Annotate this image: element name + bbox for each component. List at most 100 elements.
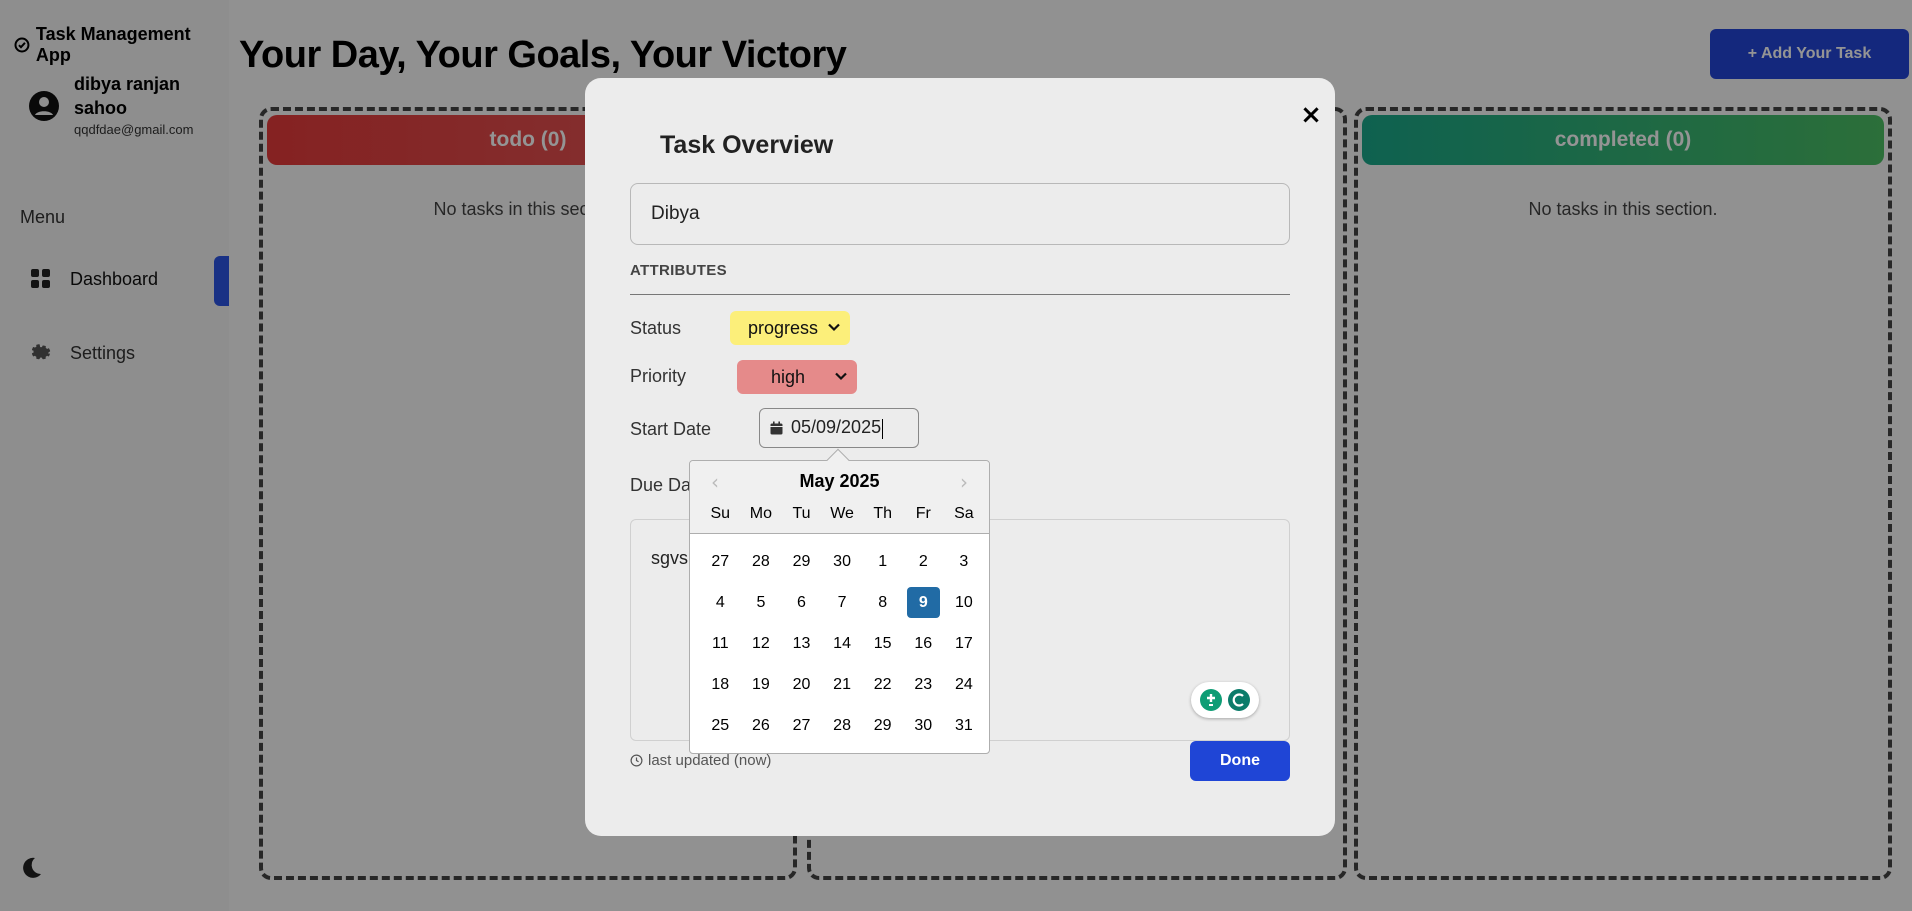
day-number: 29 bbox=[792, 552, 811, 570]
day-cell[interactable]: 24 bbox=[944, 664, 985, 705]
day-cell[interactable]: 20 bbox=[781, 664, 822, 705]
day-number: 11 bbox=[711, 634, 729, 652]
day-cell[interactable]: 13 bbox=[781, 623, 822, 664]
day-number: 27 bbox=[792, 716, 811, 734]
start-date-label: Start Date bbox=[630, 419, 712, 439]
day-number: 9 bbox=[906, 587, 940, 618]
day-cell[interactable]: 11 bbox=[700, 623, 741, 664]
day-cell[interactable]: 4 bbox=[700, 582, 741, 623]
history-icon bbox=[630, 754, 643, 767]
day-number: 3 bbox=[959, 552, 969, 570]
day-cell[interactable]: 29 bbox=[781, 541, 822, 582]
day-cell[interactable]: 19 bbox=[741, 664, 782, 705]
day-cell[interactable]: 26 bbox=[741, 705, 782, 746]
day-cell[interactable]: 12 bbox=[741, 623, 782, 664]
writing-assistant-widget[interactable] bbox=[1191, 682, 1259, 718]
day-number: 30 bbox=[914, 716, 933, 734]
day-number: 8 bbox=[878, 593, 888, 611]
status-label: Status bbox=[630, 318, 682, 338]
day-cell[interactable]: 29 bbox=[862, 705, 903, 746]
day-cell[interactable]: 2 bbox=[903, 541, 944, 582]
day-cell[interactable]: 14 bbox=[822, 623, 863, 664]
day-cell[interactable]: 15 bbox=[862, 623, 903, 664]
day-number: 27 bbox=[711, 552, 730, 570]
day-cell[interactable]: 22 bbox=[862, 664, 903, 705]
day-cell[interactable]: 7 bbox=[822, 582, 863, 623]
close-button[interactable]: × bbox=[1297, 101, 1325, 129]
text-cursor bbox=[882, 418, 884, 439]
day-cell[interactable]: 5 bbox=[741, 582, 782, 623]
modal-title: Task Overview bbox=[660, 131, 834, 159]
day-number: 24 bbox=[954, 675, 973, 693]
weekday-label: Su bbox=[710, 505, 731, 522]
status-value: progress bbox=[748, 317, 819, 338]
priority-label: Priority bbox=[630, 366, 687, 386]
weekday-label: Fr bbox=[915, 505, 931, 522]
day-cell[interactable]: 28 bbox=[741, 541, 782, 582]
day-cell[interactable]: 30 bbox=[903, 705, 944, 746]
day-number: 25 bbox=[711, 716, 730, 734]
day-number: 6 bbox=[797, 593, 806, 611]
day-number: 21 bbox=[833, 675, 851, 693]
day-cell[interactable]: 1 bbox=[862, 541, 903, 582]
bulb-icon bbox=[1200, 689, 1222, 711]
status-select[interactable]: progress bbox=[730, 311, 850, 345]
day-cell[interactable]: 31 bbox=[944, 705, 985, 746]
chevron-down-icon bbox=[835, 372, 847, 381]
start-date-value: 05/09/2025 bbox=[791, 417, 882, 438]
day-cell[interactable]: 27 bbox=[700, 541, 741, 582]
day-grid: 27 28 29 30 1 2 3 4 5 6 7 8 9 10 11 12 13 14 15 16 17 18 19 20 2… bbox=[700, 541, 984, 746]
divider bbox=[630, 294, 1290, 295]
description-text: sgvs bbox=[651, 548, 689, 568]
day-cell[interactable]: 28 bbox=[822, 705, 863, 746]
weekday-row: Su Mo Tu We Th Fr Sa bbox=[700, 505, 984, 523]
day-cell[interactable]: 3 bbox=[944, 541, 985, 582]
day-cell[interactable]: 21 bbox=[822, 664, 863, 705]
day-number: 4 bbox=[715, 593, 725, 611]
last-updated-text: last updated (now) bbox=[648, 752, 772, 769]
weekday-label: Sa bbox=[954, 505, 974, 522]
day-cell[interactable]: 6 bbox=[781, 582, 822, 623]
priority-select[interactable]: high bbox=[737, 360, 857, 394]
day-number: 31 bbox=[954, 716, 973, 734]
day-cell-selected[interactable]: 9 bbox=[903, 582, 944, 623]
date-picker-header: ‹ May 2025 › Su Mo Tu We Th Fr Sa bbox=[690, 461, 989, 534]
grammarly-icon bbox=[1228, 689, 1250, 711]
date-picker: ‹ May 2025 › Su Mo Tu We Th Fr Sa 27 28 29… bbox=[689, 448, 990, 754]
day-number: 13 bbox=[792, 634, 811, 652]
day-cell[interactable]: 10 bbox=[944, 582, 985, 623]
day-number: 14 bbox=[833, 634, 851, 652]
day-number: 20 bbox=[792, 675, 811, 693]
day-cell[interactable]: 16 bbox=[903, 623, 944, 664]
calendar-icon bbox=[770, 421, 783, 435]
weekday-label: We bbox=[830, 505, 854, 522]
weekday-label: Th bbox=[873, 505, 892, 522]
day-number: 2 bbox=[918, 552, 928, 570]
last-updated: last updated (now) bbox=[630, 752, 771, 769]
start-date-input[interactable]: 05/09/2025 bbox=[759, 408, 919, 448]
day-number: 7 bbox=[837, 593, 847, 611]
day-number: 19 bbox=[751, 675, 770, 693]
day-number: 29 bbox=[873, 716, 892, 734]
day-cell[interactable]: 30 bbox=[822, 541, 863, 582]
chevron-down-icon bbox=[828, 323, 840, 332]
day-cell[interactable]: 18 bbox=[700, 664, 741, 705]
day-cell[interactable]: 17 bbox=[944, 623, 985, 664]
day-number: 5 bbox=[756, 593, 766, 611]
weekday-label: Mo bbox=[749, 505, 772, 522]
day-number: 16 bbox=[914, 634, 933, 652]
day-number: 30 bbox=[833, 552, 851, 570]
attributes-heading: ATTRIBUTES bbox=[630, 262, 727, 279]
day-cell[interactable]: 23 bbox=[903, 664, 944, 705]
next-month-button[interactable]: › bbox=[951, 469, 977, 495]
month-label: May 2025 bbox=[799, 471, 880, 491]
priority-value: high bbox=[771, 366, 806, 387]
task-title-input[interactable] bbox=[630, 183, 1290, 245]
day-cell[interactable]: 25 bbox=[700, 705, 741, 746]
day-number: 23 bbox=[914, 675, 933, 693]
weekday-label: Tu bbox=[792, 505, 811, 522]
day-cell[interactable]: 8 bbox=[862, 582, 903, 623]
day-number: 10 bbox=[954, 593, 973, 611]
done-button[interactable]: Done bbox=[1190, 741, 1290, 781]
day-cell[interactable]: 27 bbox=[781, 705, 822, 746]
